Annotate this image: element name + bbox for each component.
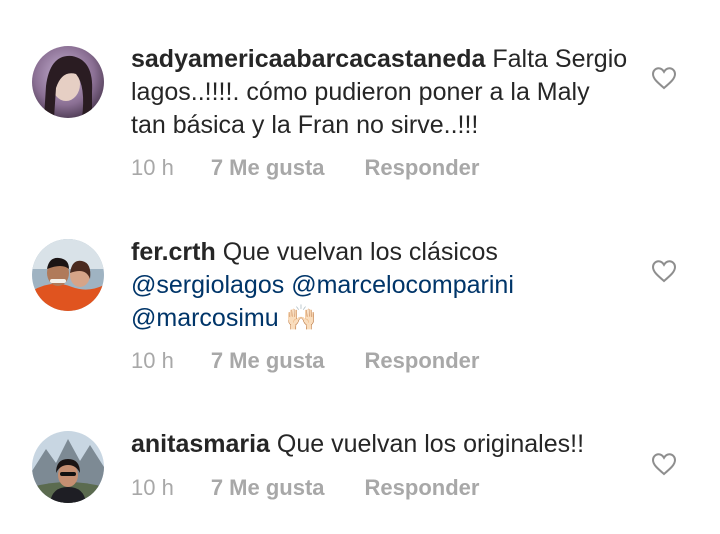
comment-message: Que vuelvan los originales!!	[269, 430, 585, 458]
comment-username[interactable]: sadyamericaabarcacastaneda	[131, 45, 485, 73]
reply-button[interactable]: Responder	[365, 475, 480, 500]
likes-count-button[interactable]: 7 Me gusta	[211, 155, 325, 180]
heart-icon[interactable]	[651, 259, 677, 283]
heart-icon[interactable]	[651, 66, 677, 90]
avatar[interactable]	[32, 431, 104, 503]
comment-message: Que vuelvan los clásicos	[215, 238, 498, 266]
avatar-photo	[32, 239, 104, 311]
heart-icon[interactable]	[651, 452, 677, 476]
avatar-photo	[32, 46, 104, 118]
likes-count-button[interactable]: 7 Me gusta	[211, 348, 325, 373]
comment-meta: 10 h 7 Me gusta Responder	[131, 155, 479, 181]
mention-link[interactable]: @marcelocomparini	[291, 271, 514, 299]
likes-count-button[interactable]: 7 Me gusta	[211, 475, 325, 500]
mention-link[interactable]: @sergiolagos	[131, 271, 284, 299]
reply-button[interactable]: Responder	[365, 348, 480, 373]
comment-username[interactable]: anitasmaria	[131, 430, 270, 458]
comment-meta: 10 h 7 Me gusta Responder	[131, 475, 479, 501]
avatar[interactable]	[32, 46, 104, 118]
comment-time: 10 h	[131, 348, 174, 373]
mention-link[interactable]: @marcosimu	[131, 304, 279, 332]
comment-username[interactable]: fer.crth	[131, 238, 216, 266]
comment-text: fer.crth Que vuelvan los clásicos @sergi…	[131, 236, 631, 335]
comment-meta: 10 h 7 Me gusta Responder	[131, 348, 479, 374]
avatar-photo	[32, 431, 104, 503]
raised-hands-emoji: 🙌🏻	[285, 304, 317, 332]
comment-time: 10 h	[131, 155, 174, 180]
comment-text: anitasmaria Que vuelvan los originales!!	[131, 428, 631, 461]
reply-button[interactable]: Responder	[365, 155, 480, 180]
comment-time: 10 h	[131, 475, 174, 500]
comment-text: sadyamericaabarcacastaneda Falta Sergio …	[131, 43, 631, 142]
avatar[interactable]	[32, 239, 104, 311]
